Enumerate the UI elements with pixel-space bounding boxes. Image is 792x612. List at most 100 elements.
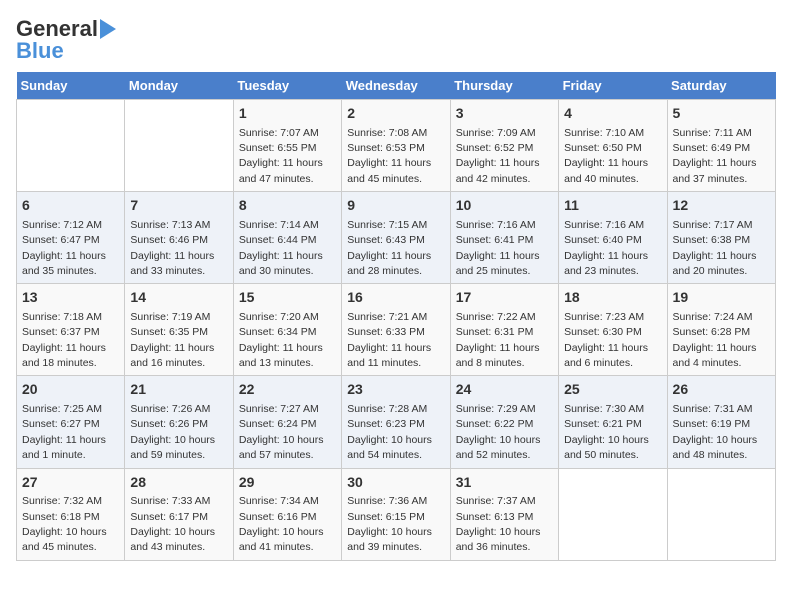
day-number: 26 <box>673 380 770 400</box>
calendar-cell <box>17 100 125 192</box>
calendar-cell: 25 Sunrise: 7:30 AMSunset: 6:21 PMDayligh… <box>559 376 667 468</box>
calendar-cell: 27Sunrise: 7:32 AMSunset: 6:18 PMDayligh… <box>17 468 125 560</box>
header-sunday: Sunday <box>17 72 125 100</box>
day-number: 8 <box>239 196 336 216</box>
calendar-cell: 24 Sunrise: 7:29 AMSunset: 6:22 PMDayligh… <box>450 376 558 468</box>
calendar-cell: 26Sunrise: 7:31 AMSunset: 6:19 PMDayligh… <box>667 376 775 468</box>
header-monday: Monday <box>125 72 233 100</box>
calendar-cell: 6 Sunrise: 7:12 AMSunset: 6:47 PMDaylight… <box>17 192 125 284</box>
day-detail: Sunrise: 7:30 AMSunset: 6:21 PMDaylight:… <box>564 403 649 461</box>
calendar-cell <box>125 100 233 192</box>
calendar-cell: 19Sunrise: 7:24 AMSunset: 6:28 PMDayligh… <box>667 284 775 376</box>
day-number: 14 <box>130 288 227 308</box>
day-detail: Sunrise: 7:11 AMSunset: 6:49 PMDaylight:… <box>673 127 757 185</box>
day-detail: Sunrise: 7:21 AMSunset: 6:33 PMDaylight:… <box>347 311 431 369</box>
day-number: 16 <box>347 288 444 308</box>
logo-blue: Blue <box>16 38 64 64</box>
day-number: 21 <box>130 380 227 400</box>
day-number: 9 <box>347 196 444 216</box>
day-detail: Sunrise: 7:14 AMSunset: 6:44 PMDaylight:… <box>239 219 323 277</box>
calendar-cell: 28Sunrise: 7:33 AMSunset: 6:17 PMDayligh… <box>125 468 233 560</box>
calendar-cell: 15Sunrise: 7:20 AMSunset: 6:34 PMDayligh… <box>233 284 341 376</box>
calendar-cell: 2 Sunrise: 7:08 AMSunset: 6:53 PMDaylight… <box>342 100 450 192</box>
day-number: 23 <box>347 380 444 400</box>
day-number: 20 <box>22 380 119 400</box>
day-detail: Sunrise: 7:18 AMSunset: 6:37 PMDaylight:… <box>22 311 106 369</box>
day-detail: Sunrise: 7:08 AMSunset: 6:53 PMDaylight:… <box>347 127 431 185</box>
calendar-cell: 22 Sunrise: 7:27 AMSunset: 6:24 PMDayligh… <box>233 376 341 468</box>
day-detail: Sunrise: 7:26 AMSunset: 6:26 PMDaylight:… <box>130 403 215 461</box>
day-detail: Sunrise: 7:22 AMSunset: 6:31 PMDaylight:… <box>456 311 540 369</box>
calendar-cell <box>559 468 667 560</box>
day-detail: Sunrise: 7:28 AMSunset: 6:23 PMDaylight:… <box>347 403 432 461</box>
day-number: 3 <box>456 104 553 124</box>
day-number: 29 <box>239 473 336 493</box>
day-detail: Sunrise: 7:09 AMSunset: 6:52 PMDaylight:… <box>456 127 540 185</box>
day-number: 2 <box>347 104 444 124</box>
day-number: 5 <box>673 104 770 124</box>
calendar-cell: 1Sunrise: 7:07 AMSunset: 6:55 PMDaylight… <box>233 100 341 192</box>
day-number: 7 <box>130 196 227 216</box>
day-number: 11 <box>564 196 661 216</box>
day-detail: Sunrise: 7:19 AMSunset: 6:35 PMDaylight:… <box>130 311 214 369</box>
calendar-week-row: 1Sunrise: 7:07 AMSunset: 6:55 PMDaylight… <box>17 100 776 192</box>
calendar-cell: 29Sunrise: 7:34 AMSunset: 6:16 PMDayligh… <box>233 468 341 560</box>
day-number: 22 <box>239 380 336 400</box>
calendar-cell: 21 Sunrise: 7:26 AMSunset: 6:26 PMDayligh… <box>125 376 233 468</box>
calendar-cell: 3 Sunrise: 7:09 AMSunset: 6:52 PMDaylight… <box>450 100 558 192</box>
day-number: 24 <box>456 380 553 400</box>
calendar-table: SundayMondayTuesdayWednesdayThursdayFrid… <box>16 72 776 561</box>
day-detail: Sunrise: 7:37 AMSunset: 6:13 PMDaylight:… <box>456 495 541 553</box>
header-saturday: Saturday <box>667 72 775 100</box>
day-detail: Sunrise: 7:12 AMSunset: 6:47 PMDaylight:… <box>22 219 106 277</box>
calendar-cell: 17 Sunrise: 7:22 AMSunset: 6:31 PMDayligh… <box>450 284 558 376</box>
calendar-cell: 12 Sunrise: 7:17 AMSunset: 6:38 PMDayligh… <box>667 192 775 284</box>
day-number: 15 <box>239 288 336 308</box>
day-detail: Sunrise: 7:25 AMSunset: 6:27 PMDaylight:… <box>22 403 106 461</box>
header-thursday: Thursday <box>450 72 558 100</box>
day-number: 28 <box>130 473 227 493</box>
day-detail: Sunrise: 7:24 AMSunset: 6:28 PMDaylight:… <box>673 311 757 369</box>
logo: General Blue <box>16 16 116 64</box>
calendar-week-row: 13 Sunrise: 7:18 AMSunset: 6:37 PMDayligh… <box>17 284 776 376</box>
day-detail: Sunrise: 7:32 AMSunset: 6:18 PMDaylight:… <box>22 495 107 553</box>
day-detail: Sunrise: 7:27 AMSunset: 6:24 PMDaylight:… <box>239 403 324 461</box>
day-detail: Sunrise: 7:17 AMSunset: 6:38 PMDaylight:… <box>673 219 757 277</box>
day-number: 17 <box>456 288 553 308</box>
calendar-cell: 13 Sunrise: 7:18 AMSunset: 6:37 PMDayligh… <box>17 284 125 376</box>
day-number: 13 <box>22 288 119 308</box>
calendar-cell: 11 Sunrise: 7:16 AMSunset: 6:40 PMDayligh… <box>559 192 667 284</box>
calendar-cell: 18Sunrise: 7:23 AMSunset: 6:30 PMDayligh… <box>559 284 667 376</box>
calendar-cell: 31Sunrise: 7:37 AMSunset: 6:13 PMDayligh… <box>450 468 558 560</box>
day-number: 6 <box>22 196 119 216</box>
day-detail: Sunrise: 7:23 AMSunset: 6:30 PMDaylight:… <box>564 311 648 369</box>
logo-arrow-icon <box>100 19 116 39</box>
calendar-cell: 4 Sunrise: 7:10 AMSunset: 6:50 PMDaylight… <box>559 100 667 192</box>
page-header: General Blue <box>16 16 776 64</box>
day-number: 31 <box>456 473 553 493</box>
day-detail: Sunrise: 7:36 AMSunset: 6:15 PMDaylight:… <box>347 495 432 553</box>
calendar-header-row: SundayMondayTuesdayWednesdayThursdayFrid… <box>17 72 776 100</box>
day-detail: Sunrise: 7:16 AMSunset: 6:40 PMDaylight:… <box>564 219 648 277</box>
calendar-week-row: 27Sunrise: 7:32 AMSunset: 6:18 PMDayligh… <box>17 468 776 560</box>
day-detail: Sunrise: 7:16 AMSunset: 6:41 PMDaylight:… <box>456 219 540 277</box>
calendar-cell: 20 Sunrise: 7:25 AMSunset: 6:27 PMDayligh… <box>17 376 125 468</box>
calendar-cell: 16 Sunrise: 7:21 AMSunset: 6:33 PMDayligh… <box>342 284 450 376</box>
calendar-week-row: 6 Sunrise: 7:12 AMSunset: 6:47 PMDaylight… <box>17 192 776 284</box>
calendar-cell <box>667 468 775 560</box>
header-tuesday: Tuesday <box>233 72 341 100</box>
day-number: 10 <box>456 196 553 216</box>
calendar-cell: 8 Sunrise: 7:14 AMSunset: 6:44 PMDaylight… <box>233 192 341 284</box>
day-number: 1 <box>239 104 336 124</box>
day-number: 12 <box>673 196 770 216</box>
day-number: 4 <box>564 104 661 124</box>
calendar-cell: 7 Sunrise: 7:13 AMSunset: 6:46 PMDaylight… <box>125 192 233 284</box>
day-detail: Sunrise: 7:33 AMSunset: 6:17 PMDaylight:… <box>130 495 215 553</box>
day-number: 25 <box>564 380 661 400</box>
day-detail: Sunrise: 7:29 AMSunset: 6:22 PMDaylight:… <box>456 403 541 461</box>
day-detail: Sunrise: 7:13 AMSunset: 6:46 PMDaylight:… <box>130 219 214 277</box>
day-detail: Sunrise: 7:10 AMSunset: 6:50 PMDaylight:… <box>564 127 648 185</box>
calendar-cell: 23 Sunrise: 7:28 AMSunset: 6:23 PMDayligh… <box>342 376 450 468</box>
calendar-cell: 10 Sunrise: 7:16 AMSunset: 6:41 PMDayligh… <box>450 192 558 284</box>
day-detail: Sunrise: 7:34 AMSunset: 6:16 PMDaylight:… <box>239 495 324 553</box>
